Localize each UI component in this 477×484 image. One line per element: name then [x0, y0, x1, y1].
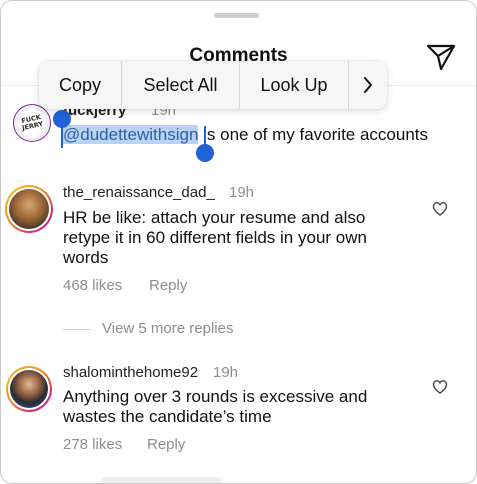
- comment-username[interactable]: shalominthehome92: [63, 364, 198, 381]
- copy-button[interactable]: Copy: [39, 61, 122, 109]
- selection-start-handle[interactable]: [53, 110, 71, 128]
- heart-icon[interactable]: [432, 201, 448, 217]
- selection-end-handle[interactable]: [196, 144, 214, 162]
- chevron-right-icon: [364, 77, 372, 93]
- reply-button[interactable]: Reply: [147, 436, 185, 453]
- text-context-menu: Copy Select All Look Up: [39, 61, 387, 109]
- share-icon[interactable]: [426, 43, 456, 71]
- comment-text: @dudettewithsign is one of my favorite a…: [63, 125, 428, 145]
- comment-text: HR be like: attach your resume and also …: [63, 208, 367, 267]
- comments-sheet: Comments Copy Select All Look Up FUCK JE…: [0, 0, 477, 484]
- likes-count[interactable]: 278 likes: [63, 436, 122, 453]
- comment-time: 19h: [229, 184, 255, 201]
- sheet-grabber[interactable]: [214, 13, 259, 18]
- comment-text-rest: is one of my favorite accounts: [198, 125, 429, 144]
- avatar-logo: FUCK JERRY: [15, 106, 49, 140]
- comment-time: 19h: [213, 364, 239, 381]
- comment-text: Anything over 3 rounds is excessive and …: [63, 387, 368, 426]
- heart-icon[interactable]: [432, 379, 448, 395]
- avatar[interactable]: [6, 366, 52, 412]
- replies-divider: [63, 329, 91, 330]
- avatar[interactable]: FUCK JERRY: [13, 104, 51, 142]
- more-options-button[interactable]: [349, 61, 387, 109]
- select-all-button[interactable]: Select All: [122, 61, 240, 109]
- cut-off-content: [101, 477, 221, 483]
- avatar[interactable]: [5, 185, 53, 233]
- comment-username[interactable]: the_renaissance_dad_: [63, 184, 215, 201]
- profile-photo: [10, 370, 48, 408]
- selected-mention-link[interactable]: @dudettewithsign: [63, 125, 199, 144]
- look-up-button[interactable]: Look Up: [240, 61, 349, 109]
- view-more-replies-button[interactable]: View 5 more replies: [102, 320, 233, 337]
- profile-photo: [9, 189, 49, 229]
- likes-count[interactable]: 468 likes: [63, 277, 122, 294]
- reply-button[interactable]: Reply: [149, 277, 187, 294]
